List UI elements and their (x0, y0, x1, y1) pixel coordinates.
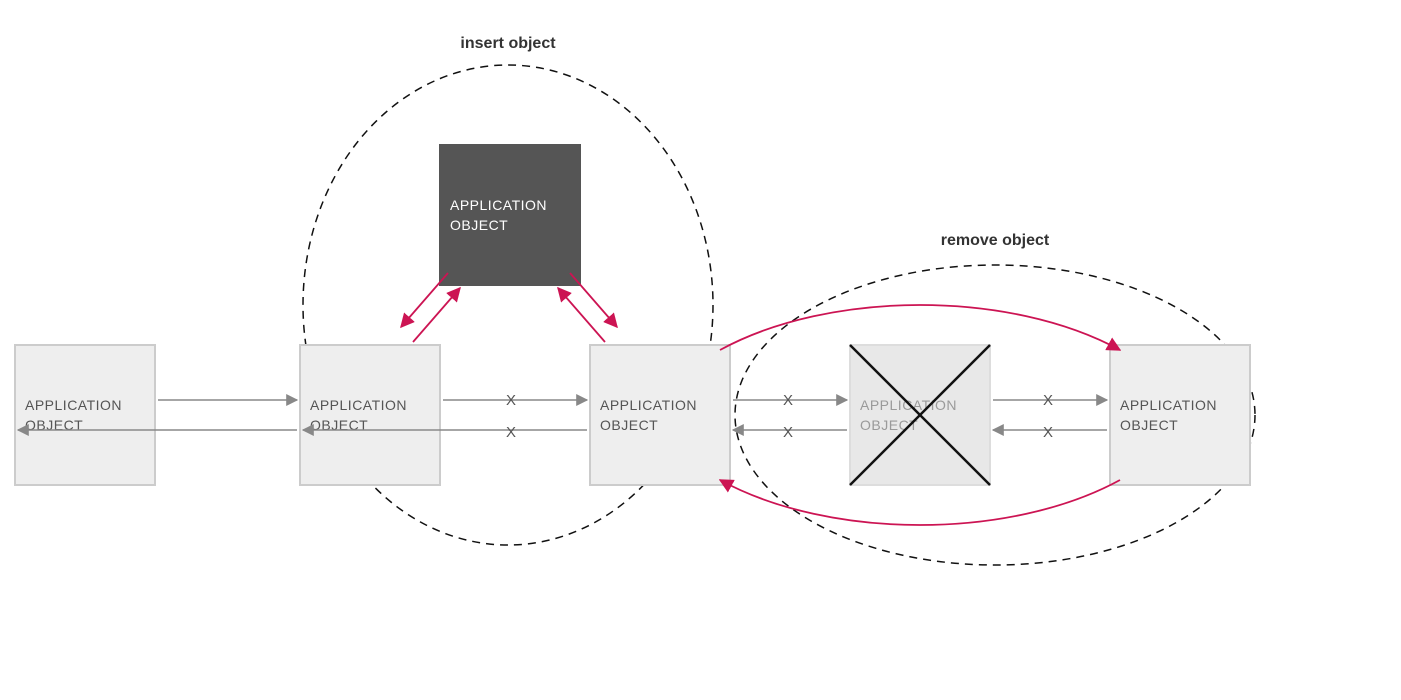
node-app-object-1: APPLICATION OBJECT (15, 345, 155, 485)
link-n5-ndel-x: X (1043, 424, 1053, 441)
link-n3-n5-bypass (720, 305, 1120, 350)
link-n3-ndel-x: X (783, 392, 793, 409)
link-n2-n3-x: X (506, 392, 516, 409)
svg-text:APPLICATION: APPLICATION (310, 397, 407, 413)
link-ndel-n3-x: X (783, 424, 793, 441)
svg-text:OBJECT: OBJECT (450, 217, 508, 233)
node-app-object-removed: APPLICATION OBJECT (850, 345, 990, 485)
link-new-n2 (401, 273, 448, 327)
link-new-n3 (570, 273, 617, 327)
svg-text:OBJECT: OBJECT (600, 417, 658, 433)
insert-label: insert object (460, 35, 556, 52)
svg-text:APPLICATION: APPLICATION (1120, 397, 1217, 413)
link-n5-n3-bypass (720, 480, 1120, 525)
link-n2-new (413, 288, 460, 342)
svg-text:APPLICATION: APPLICATION (25, 397, 122, 413)
linked-list-diagram: insert object remove object APPLICATION … (0, 0, 1401, 700)
link-n3-n2-x: X (506, 424, 516, 441)
node-app-object-inserted: APPLICATION OBJECT (440, 145, 580, 285)
link-n3-new (558, 288, 605, 342)
remove-label: remove object (941, 232, 1050, 249)
node-app-object-5: APPLICATION OBJECT (1110, 345, 1250, 485)
node-app-object-3: APPLICATION OBJECT (590, 345, 730, 485)
svg-text:APPLICATION: APPLICATION (600, 397, 697, 413)
svg-text:OBJECT: OBJECT (1120, 417, 1178, 433)
link-ndel-n5-x: X (1043, 392, 1053, 409)
svg-text:APPLICATION: APPLICATION (450, 197, 547, 213)
node-app-object-2: APPLICATION OBJECT (300, 345, 440, 485)
